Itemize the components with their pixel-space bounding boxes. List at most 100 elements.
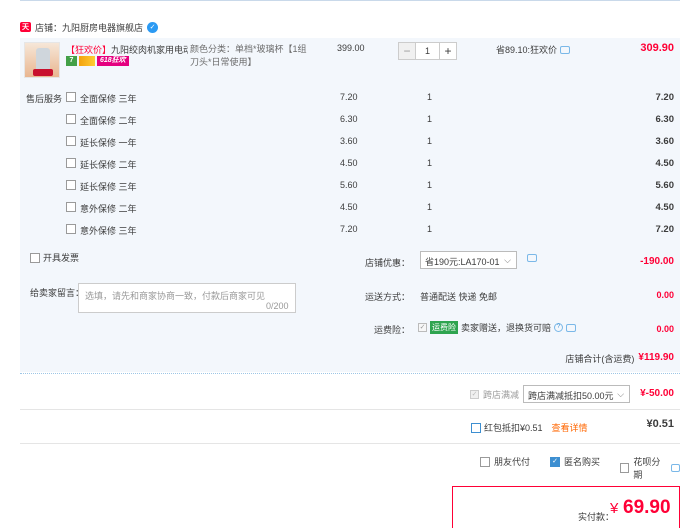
huabei-option[interactable]: 花呗分期	[620, 455, 680, 481]
cross-store-label: 跨店满减	[483, 389, 520, 400]
service-total: 6.30	[655, 114, 675, 125]
shop-total: 店铺合计(含运费) ¥119.90	[565, 352, 674, 365]
service-price: 7.20	[340, 92, 358, 102]
service-qty: 1	[427, 114, 433, 124]
wangwang-icon[interactable]: ✓	[147, 21, 159, 33]
service-checkbox[interactable]	[66, 202, 76, 212]
insurance-checkbox: ✓	[418, 323, 427, 332]
service-price: 5.60	[340, 180, 358, 190]
service-checkbox[interactable]	[66, 136, 76, 146]
service-checkbox[interactable]	[66, 114, 76, 124]
chat-icon[interactable]	[566, 323, 577, 332]
service-price: 4.50	[340, 158, 358, 168]
service-price: 6.30	[340, 114, 358, 124]
quantity-input[interactable]: 1	[416, 42, 439, 60]
product-title[interactable]: 【狂欢价】九阳绞肉机家用电动…	[66, 43, 188, 56]
invoice-option[interactable]: 开具发票	[30, 251, 79, 264]
message-input[interactable]: 选填，请先和商家协商一致，付款后商家可见	[78, 283, 296, 313]
product-badges: 7 618狂欢	[66, 56, 129, 66]
shipping-value: 普通配送 快递 免邮	[420, 292, 498, 302]
shop-total-amount: ¥119.90	[638, 352, 674, 363]
chevron-down-icon: ⌵	[504, 255, 511, 265]
red-packet-label: 红包抵扣¥0.51	[484, 423, 543, 433]
chat-icon[interactable]	[670, 464, 680, 472]
message-label: 给卖家留言：	[30, 288, 85, 298]
chat-icon[interactable]	[527, 254, 537, 262]
unit-price: 399.00	[337, 43, 365, 53]
service-name: 延长保修 一年	[80, 138, 137, 148]
service-name: 全面保修 三年	[80, 94, 137, 104]
product-sku: 颜色分类：单档*玻璃杯【1组刀头*日常使用】	[190, 44, 307, 67]
service-qty: 1	[427, 158, 433, 168]
service-qty: 1	[427, 180, 433, 190]
savings-text: 省89.10:狂欢价	[496, 45, 558, 55]
help-icon[interactable]: ?	[554, 323, 564, 332]
service-name: 意外保修 三年	[80, 226, 137, 236]
increase-button[interactable]: +	[439, 42, 457, 60]
service-qty: 1	[427, 224, 433, 234]
service-row: 全面保修 二年 6.30 1 6.30	[0, 114, 680, 128]
anonymous-option[interactable]: ✓ 匿名购买	[550, 455, 600, 468]
huabei-checkbox[interactable]	[620, 463, 630, 473]
service-row: 意外保修 三年 7.20 1 7.20	[0, 224, 680, 238]
product-thumbnail[interactable]	[24, 42, 60, 78]
service-total: 4.50	[655, 158, 675, 169]
anonymous-checkbox[interactable]: ✓	[550, 456, 560, 467]
service-total: 7.20	[655, 92, 675, 103]
shop-total-label: 店铺合计(含运费)	[565, 354, 635, 364]
message-count: 0/200	[266, 301, 289, 311]
service-name: 意外保修 二年	[80, 204, 137, 214]
message-placeholder: 选填，请先和商家协商一致，付款后商家可见	[85, 291, 266, 301]
promo-618-badge: 618狂欢	[97, 56, 129, 66]
red-packet-details-link[interactable]: 查看详情	[552, 421, 588, 434]
divider	[20, 409, 680, 410]
friend-pay-option[interactable]: 朋友代付	[480, 455, 530, 468]
friend-pay-checkbox[interactable]	[480, 456, 490, 467]
red-packet-option[interactable]: 红包抵扣¥0.51 查看详情	[471, 421, 588, 434]
payment-amount: 69.90	[623, 497, 671, 518]
decrease-button[interactable]: −	[398, 42, 416, 60]
service-checkbox[interactable]	[66, 180, 76, 190]
service-checkbox[interactable]	[66, 92, 76, 102]
service-price: 7.20	[340, 224, 358, 234]
service-row: 延长保修 三年 5.60 1 5.60	[0, 180, 680, 194]
cross-store-value: 跨店满减抵扣50.00元	[528, 391, 614, 401]
service-row: 全面保修 三年 7.20 1 7.20	[0, 92, 680, 106]
service-qty: 1	[427, 202, 433, 212]
red-packet-checkbox[interactable]	[471, 422, 481, 433]
service-row: 延长保修 二年 4.50 1 4.50	[0, 158, 680, 172]
cross-store-select[interactable]: 跨店满减抵扣50.00元 ⌵	[523, 385, 631, 403]
shipping-label: 运送方式：	[365, 292, 411, 302]
shop-promo-amount: -190.00	[640, 256, 674, 267]
service-name: 延长保修 二年	[80, 160, 137, 170]
shipping-amount: 0.00	[656, 290, 674, 300]
chevron-down-icon: ⌵	[617, 389, 625, 399]
shop-promo-value: 省190元:LA170-01	[425, 257, 500, 267]
red-packet-amount: ¥0.51	[646, 418, 674, 430]
service-checkbox[interactable]	[66, 158, 76, 168]
seven-day-return-badge: 7	[66, 56, 77, 66]
insurance-option: ✓ 运费险 卖家赠送，退换货可赔 ?	[418, 321, 577, 334]
cross-store-checkbox: ✓	[470, 389, 479, 399]
service-name: 全面保修 二年	[80, 116, 137, 126]
service-row: 延长保修 一年 3.60 1 3.60	[0, 136, 680, 150]
tmall-icon: 天	[20, 22, 31, 32]
invoice-checkbox[interactable]	[30, 252, 40, 263]
service-price: 3.60	[340, 136, 358, 146]
quantity-stepper[interactable]: − 1 +	[398, 42, 457, 60]
chat-icon[interactable]	[560, 45, 571, 54]
service-total: 5.60	[655, 180, 675, 191]
cross-store-discount: ✓ 跨店满减 跨店满减抵扣50.00元 ⌵	[470, 385, 631, 403]
service-total: 3.60	[655, 136, 675, 147]
shop-name[interactable]: 店铺：九阳厨房电器旗舰店	[35, 21, 143, 34]
service-qty: 1	[427, 136, 433, 146]
cross-store-amount: ¥-50.00	[640, 388, 674, 399]
service-total: 4.50	[655, 202, 675, 213]
top-divider	[20, 0, 680, 4]
service-checkbox[interactable]	[66, 224, 76, 234]
insurance-label: 运费险：	[374, 325, 411, 335]
service-qty: 1	[427, 92, 433, 102]
item-subtotal: 309.90	[640, 42, 674, 54]
invoice-label: 开具发票	[43, 253, 80, 263]
shop-promo-select[interactable]: 省190元:LA170-01 ⌵	[420, 251, 517, 269]
